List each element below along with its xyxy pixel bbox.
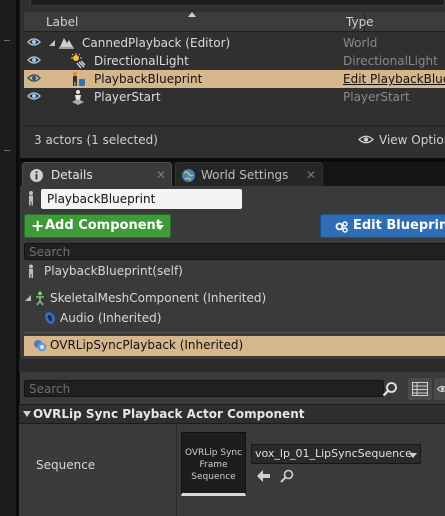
component-row-ovrlipsyncplayback[interactable]: OVRLipSyncPlayback (Inherited): [24, 336, 445, 356]
category-title: OVRLip Sync Playback Actor Component: [33, 407, 305, 421]
outliner-row-type: World: [343, 36, 378, 50]
component-search-input[interactable]: Search: [24, 243, 445, 260]
world-icon: [59, 38, 74, 49]
component-label: SkeletalMeshComponent (Inherited): [50, 291, 267, 305]
type-column-header[interactable]: Type: [346, 15, 374, 29]
left-panel-edge: [0, 0, 16, 516]
property-column-splitter[interactable]: [176, 424, 177, 516]
component-row-audio[interactable]: Audio (Inherited): [24, 309, 445, 327]
tab-label: World Settings: [201, 168, 289, 182]
outliner-row-label: DirectionalLight: [94, 54, 189, 68]
eye-icon: [437, 385, 445, 393]
use-selected-arrow-icon[interactable]: [256, 469, 272, 483]
tab-details[interactable]: Details ✕: [22, 162, 172, 187]
outliner-footer-divider: [24, 125, 445, 126]
component-divider: [24, 332, 445, 333]
label-column-header[interactable]: Label: [46, 15, 78, 29]
edit-blueprint-label: Edit Blueprint: [353, 218, 445, 233]
tab-label: Details: [51, 168, 93, 182]
eye-icon: [358, 135, 374, 144]
add-component-label: Add Component: [45, 218, 162, 233]
component-label: Audio (Inherited): [60, 311, 162, 325]
property-name: Sequence: [36, 458, 96, 472]
component-label: OVRLipSyncPlayback (Inherited): [50, 338, 244, 352]
expand-arrow-icon[interactable]: [24, 294, 32, 302]
outliner-row-directionallight[interactable]: DirectionalLight DirectionalLight: [24, 52, 445, 70]
component-icon: [34, 340, 47, 352]
visibility-eye-icon[interactable]: [27, 91, 41, 101]
details-tab-bar: Details ✕ World Settings ✕: [19, 162, 445, 187]
view-options-label: View Option: [379, 133, 445, 147]
component-tree-footer: [19, 359, 445, 372]
gear-icon: [335, 221, 348, 233]
add-component-button[interactable]: + Add Component: [24, 214, 171, 238]
edge-tick: [4, 40, 10, 41]
grid-view-icon: [412, 382, 428, 396]
search-icon[interactable]: [382, 381, 398, 397]
outliner-row-label: CannedPlayback (Editor): [82, 36, 231, 50]
component-label: PlaybackBlueprint(self): [44, 264, 183, 278]
edit-blueprint-type-link[interactable]: Edit PlaybackBlue: [343, 72, 445, 86]
sort-ascending-icon: [188, 12, 196, 17]
expand-arrow-icon[interactable]: [48, 39, 56, 47]
outliner-column-header: Label Type: [24, 12, 445, 32]
outliner-row-type: PlayerStart: [343, 90, 410, 104]
component-row-skeletalmesh[interactable]: SkeletalMeshComponent (Inherited): [24, 289, 445, 307]
plus-icon: +: [31, 216, 45, 235]
outliner-row-label: PlayerStart: [94, 90, 161, 104]
edge-tick: [4, 150, 10, 151]
thumbnail-line: Frame: [199, 460, 228, 470]
asset-thumbnail[interactable]: OVRLip Sync Frame Sequence: [181, 432, 246, 496]
chevron-down-icon: [409, 453, 417, 458]
asset-picker-combo[interactable]: vox_lp_01_LipSyncSequence: [251, 444, 421, 464]
actor-count-status: 3 actors (1 selected): [34, 133, 158, 147]
player-start-icon: [72, 90, 84, 105]
outliner-row-cannedplayback[interactable]: CannedPlayback (Editor) World: [24, 34, 445, 52]
outliner-row-type: DirectionalLight: [343, 54, 438, 68]
component-row-self[interactable]: PlaybackBlueprint(self): [24, 262, 445, 280]
blueprint-actor-icon: [73, 72, 85, 86]
property-search-input[interactable]: Search: [24, 380, 384, 397]
visibility-eye-icon[interactable]: [27, 73, 41, 83]
actor-icon: [29, 264, 33, 278]
outliner-row-playerstart[interactable]: PlayerStart PlayerStart: [24, 88, 445, 106]
collapse-arrow-icon[interactable]: [23, 411, 31, 417]
thumbnail-line: Sequence: [191, 472, 236, 482]
actor-icon: [29, 191, 33, 206]
edit-blueprint-button[interactable]: Edit Blueprint: [320, 214, 445, 238]
audio-icon: [45, 312, 55, 324]
tab-world-settings[interactable]: World Settings ✕: [175, 162, 323, 187]
skeletal-mesh-icon: [36, 291, 44, 306]
chevron-down-icon: [156, 225, 164, 230]
outliner-row-playbackblueprint[interactable]: PlaybackBlueprint Edit PlaybackBlue: [24, 70, 445, 88]
property-matrix-button[interactable]: [408, 378, 432, 400]
browse-search-icon[interactable]: [279, 469, 295, 483]
visibility-eye-icon[interactable]: [27, 55, 41, 65]
thumbnail-line: OVRLip Sync: [184, 448, 243, 458]
details-icon: [30, 169, 43, 182]
category-header[interactable]: OVRLip Sync Playback Actor Component: [19, 404, 445, 424]
close-tab-icon[interactable]: ✕: [306, 168, 316, 182]
outliner-search-input[interactable]: [30, 0, 445, 6]
world-settings-icon: [182, 169, 195, 182]
outliner-row-label: PlaybackBlueprint: [94, 72, 203, 86]
asset-picker-value: vox_lp_01_LipSyncSequence: [255, 447, 412, 460]
details-view-options-button[interactable]: [434, 378, 445, 400]
asset-thumbnail-text: OVRLip Sync Frame Sequence: [182, 447, 245, 483]
directional-light-icon: [71, 53, 86, 69]
actor-name-input[interactable]: PlaybackBlueprint: [41, 189, 242, 209]
close-tab-icon[interactable]: ✕: [156, 168, 166, 182]
visibility-eye-icon[interactable]: [27, 37, 41, 47]
